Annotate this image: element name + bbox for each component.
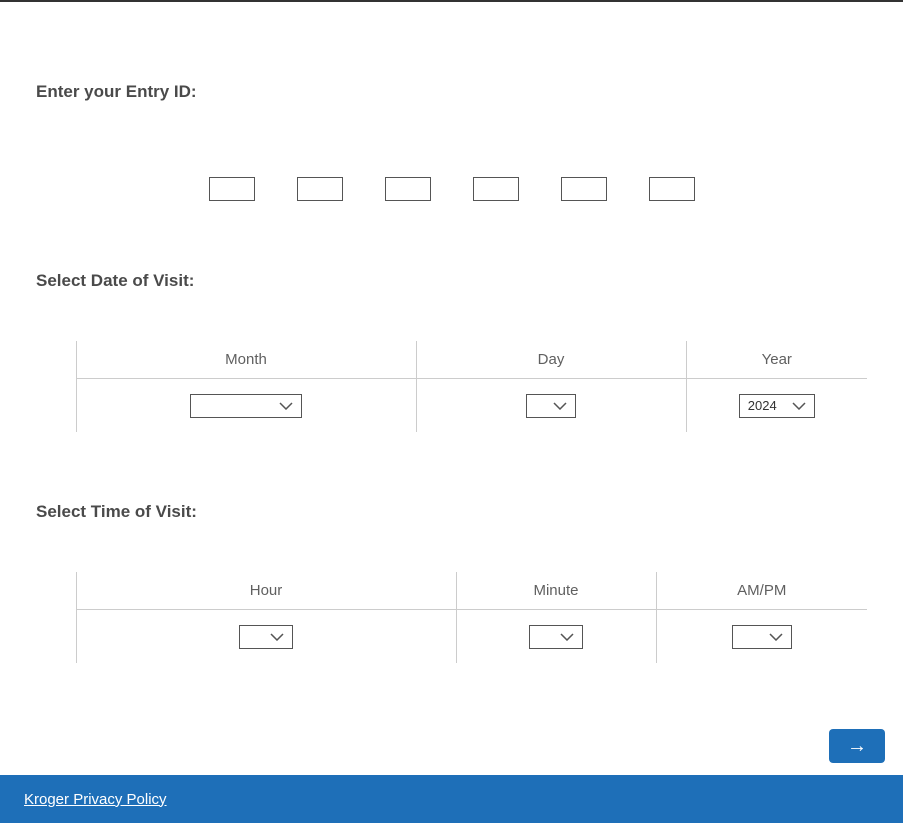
chevron-down-icon <box>560 633 574 641</box>
ampm-select[interactable] <box>732 625 792 649</box>
date-table: Month Day Year <box>36 341 867 432</box>
chevron-down-icon <box>792 402 806 410</box>
year-header: Year <box>686 341 867 379</box>
entry-id-label: Enter your Entry ID: <box>36 82 867 102</box>
minute-select[interactable] <box>529 625 583 649</box>
chevron-down-icon <box>279 402 293 410</box>
arrow-right-icon: → <box>847 735 867 758</box>
year-select-value: 2024 <box>748 398 792 413</box>
entry-id-field-4[interactable] <box>473 177 519 201</box>
month-header: Month <box>76 341 416 379</box>
entry-id-field-3[interactable] <box>385 177 431 201</box>
ampm-header: AM/PM <box>656 572 867 610</box>
chevron-down-icon <box>553 402 567 410</box>
privacy-policy-link[interactable]: Kroger Privacy Policy <box>24 791 167 808</box>
hour-header: Hour <box>76 572 456 610</box>
year-select[interactable]: 2024 <box>739 394 815 418</box>
time-of-visit-label: Select Time of Visit: <box>36 502 867 522</box>
chevron-down-icon <box>769 633 783 641</box>
hour-select[interactable] <box>239 625 293 649</box>
next-button[interactable]: → <box>829 729 885 763</box>
entry-id-row <box>36 177 867 201</box>
entry-id-field-2[interactable] <box>297 177 343 201</box>
entry-id-field-6[interactable] <box>649 177 695 201</box>
chevron-down-icon <box>270 633 284 641</box>
entry-id-field-1[interactable] <box>209 177 255 201</box>
day-header: Day <box>416 341 686 379</box>
entry-id-field-5[interactable] <box>561 177 607 201</box>
month-select[interactable] <box>190 394 302 418</box>
footer: Kroger Privacy Policy <box>0 775 903 823</box>
minute-header: Minute <box>456 572 656 610</box>
date-of-visit-label: Select Date of Visit: <box>36 271 867 291</box>
day-select[interactable] <box>526 394 576 418</box>
time-table: Hour Minute AM/PM <box>36 572 867 663</box>
